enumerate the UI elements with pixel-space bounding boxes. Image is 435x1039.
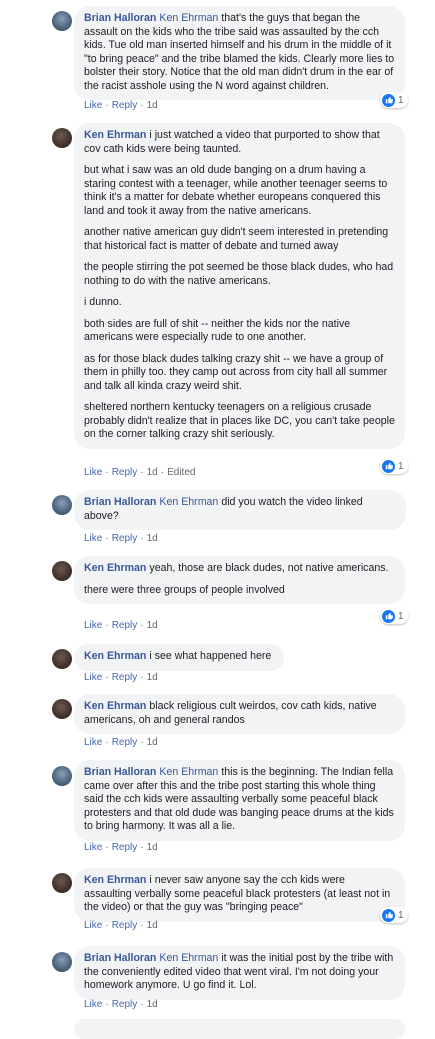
reaction-count[interactable]: 1 <box>380 608 408 624</box>
reaction-number: 1 <box>398 909 404 921</box>
comment-author[interactable]: Brian Halloran <box>84 12 156 24</box>
comment-text: i dunno. <box>84 296 122 308</box>
comment-actions: Like · Reply · 1d · Edited <box>84 467 196 478</box>
comment-text: i see what happened here <box>149 650 272 662</box>
comment-text: but what i saw was an old dude banging o… <box>84 164 388 217</box>
comment-bubble: Ken Ehrman yeah, those are black dudes, n… <box>74 556 405 604</box>
reply-link[interactable]: Reply <box>112 999 138 1010</box>
comment-bubble: Brian Halloran Ken Ehrman did you watch th… <box>74 490 406 530</box>
comment-actions: Like · Reply · 1d <box>84 672 158 683</box>
reply-link[interactable]: Reply <box>112 920 138 931</box>
comment-bubble: Brian Halloran Ken Ehrman this is the begi… <box>74 760 405 841</box>
reply-link[interactable]: Reply <box>112 620 138 631</box>
comment-bubble: Ken Ehrman i just watched a video that pu… <box>74 123 405 449</box>
comment-time[interactable]: 1d <box>147 737 158 748</box>
next-comment-bubble <box>74 1019 405 1039</box>
comment-text: both sides are full of shit -- neither t… <box>84 317 351 344</box>
avatar[interactable] <box>52 128 72 148</box>
avatar[interactable] <box>52 649 72 669</box>
like-icon <box>382 908 395 922</box>
comment-actions: Like · Reply · 1d <box>84 533 158 544</box>
comment-actions: Like · Reply · 1d <box>84 620 158 631</box>
reaction-count[interactable]: 1 <box>380 92 408 108</box>
avatar[interactable] <box>52 873 72 893</box>
comment-author[interactable]: Ken Ehrman <box>84 700 146 712</box>
reply-link[interactable]: Reply <box>112 467 138 478</box>
reaction-number: 1 <box>398 94 404 106</box>
reply-link[interactable]: Reply <box>112 672 138 683</box>
comment-author[interactable]: Brian Halloran <box>84 496 156 508</box>
comment-author[interactable]: Ken Ehrman <box>84 650 146 662</box>
comment-bubble: Brian Halloran Ken Ehrman that's the guys … <box>74 6 405 100</box>
like-icon <box>382 93 395 107</box>
avatar[interactable] <box>52 561 72 581</box>
comment-actions: Like · Reply · 1d <box>84 999 158 1010</box>
avatar[interactable] <box>52 495 72 515</box>
comment-author[interactable]: Brian Halloran <box>84 766 156 778</box>
comment-time[interactable]: 1d <box>147 842 158 853</box>
comment-mention[interactable]: Ken Ehrman <box>159 496 218 508</box>
reply-link[interactable]: Reply <box>112 737 138 748</box>
like-link[interactable]: Like <box>84 467 102 478</box>
comment-text: sheltered northern kentucky teenagers on… <box>84 401 395 440</box>
reply-link[interactable]: Reply <box>112 100 138 111</box>
like-link[interactable]: Like <box>84 533 102 544</box>
comment-time[interactable]: 1d <box>147 920 158 931</box>
comment-actions: Like · Reply · 1d <box>84 100 158 111</box>
like-icon <box>382 609 395 623</box>
comment-bubble: Ken Ehrman i never saw anyone say the cch… <box>74 868 405 922</box>
comment-author[interactable]: Brian Halloran <box>84 952 156 964</box>
comment-bubble: Ken Ehrman i see what happened here <box>74 644 284 671</box>
comment-bubble: Ken Ehrman black religious cult weirdos, … <box>74 694 405 734</box>
comment-actions: Like · Reply · 1d <box>84 920 158 931</box>
avatar[interactable] <box>52 699 72 719</box>
like-link[interactable]: Like <box>84 100 102 111</box>
reply-link[interactable]: Reply <box>112 533 138 544</box>
comment-author[interactable]: Ken Ehrman <box>84 874 146 886</box>
reaction-number: 1 <box>398 460 404 472</box>
reaction-count[interactable]: 1 <box>380 907 408 923</box>
avatar[interactable] <box>52 952 72 972</box>
comment-text: there were three groups of people involv… <box>84 583 285 596</box>
comment-bubble: Brian Halloran Ken Ehrman it was the initi… <box>74 946 405 1000</box>
comment-time[interactable]: 1d <box>147 467 158 478</box>
like-link[interactable]: Like <box>84 620 102 631</box>
avatar[interactable] <box>52 11 72 31</box>
comment-actions: Like · Reply · 1d <box>84 842 158 853</box>
comment-text: the people stirring the pot seemed be th… <box>84 261 394 287</box>
comment-author[interactable]: Ken Ehrman <box>84 562 146 574</box>
edited-label[interactable]: Edited <box>167 467 195 478</box>
comment-text: another native american guy didn't seem … <box>84 226 389 252</box>
reaction-count[interactable]: 1 <box>380 458 408 474</box>
comment-mention[interactable]: Ken Ehrman <box>159 766 218 778</box>
reaction-number: 1 <box>398 610 404 622</box>
like-link[interactable]: Like <box>84 999 102 1010</box>
comment-time[interactable]: 1d <box>147 620 158 631</box>
avatar[interactable] <box>52 766 72 786</box>
like-icon <box>382 459 395 473</box>
comment-time[interactable]: 1d <box>147 672 158 683</box>
comment-time[interactable]: 1d <box>147 999 158 1010</box>
like-link[interactable]: Like <box>84 737 102 748</box>
comment-mention[interactable]: Ken Ehrman <box>159 12 218 24</box>
comment-text: as for those black dudes talking crazy s… <box>84 352 388 392</box>
comment-text: yeah, those are black dudes, not native … <box>149 562 389 574</box>
like-link[interactable]: Like <box>84 842 102 853</box>
like-link[interactable]: Like <box>84 672 102 683</box>
comment-mention[interactable]: Ken Ehrman <box>159 952 218 964</box>
like-link[interactable]: Like <box>84 920 102 931</box>
comment-time[interactable]: 1d <box>147 533 158 544</box>
reply-link[interactable]: Reply <box>112 842 138 853</box>
comment-author[interactable]: Ken Ehrman <box>84 129 146 141</box>
comment-time[interactable]: 1d <box>147 100 158 111</box>
comment-actions: Like · Reply · 1d <box>84 737 158 748</box>
